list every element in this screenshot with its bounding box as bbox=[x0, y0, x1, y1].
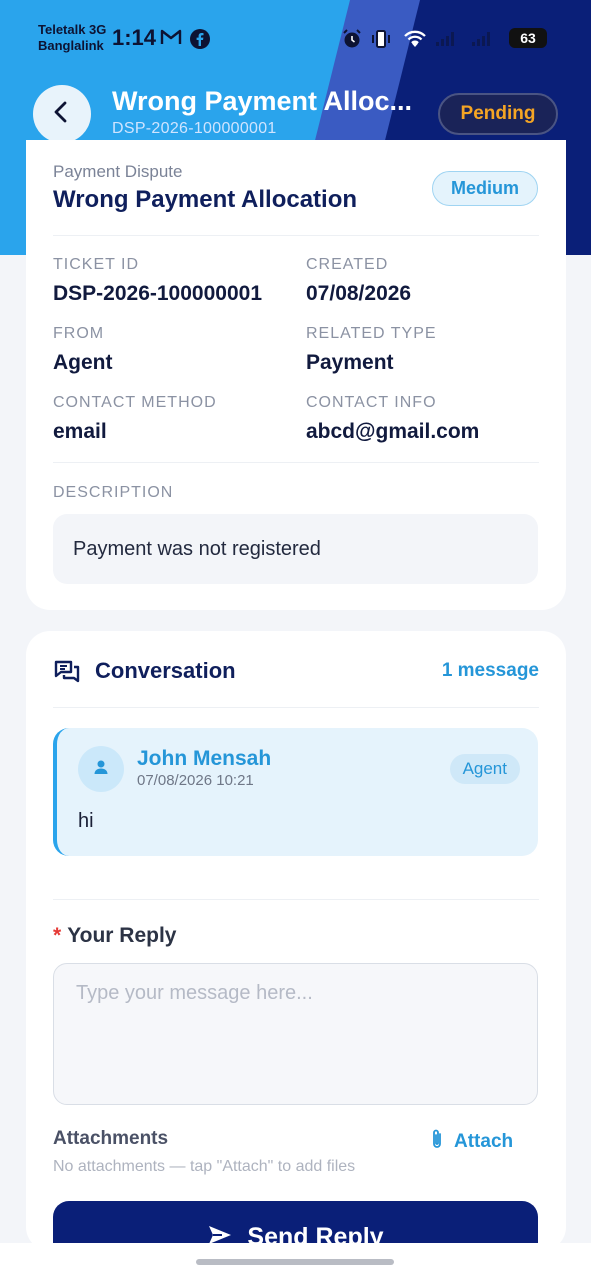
attach-button-label: Attach bbox=[454, 1131, 514, 1152]
chat-bubbles-icon bbox=[53, 659, 81, 690]
paperclip-icon bbox=[430, 1128, 444, 1156]
attach-button[interactable]: Attach bbox=[430, 1128, 513, 1156]
carrier-1: Teletalk 3G bbox=[38, 22, 107, 37]
field-value-created: 07/08/2026 bbox=[306, 282, 412, 305]
field-label-contact-info: CONTACT INFO bbox=[306, 394, 437, 411]
field-value-from: Agent bbox=[53, 351, 113, 374]
field-value-related-type: Payment bbox=[306, 351, 394, 374]
field-label-contact-method: CONTACT METHOD bbox=[53, 394, 217, 411]
status-bar: Teletalk 3G Banglalink 1:14 63 bbox=[0, 0, 591, 75]
ticket-details-card: Payment Dispute Wrong Payment Allocation… bbox=[26, 140, 566, 610]
description-label: DESCRIPTION bbox=[53, 484, 174, 501]
carrier-2: Banglalink bbox=[38, 38, 104, 53]
conversation-card: Conversation 1 message John Mensah 07/08… bbox=[26, 631, 566, 1280]
message-count: 1 message bbox=[441, 660, 539, 681]
field-label-from: FROM bbox=[53, 325, 105, 342]
field-value-contact-info: abcd@gmail.com bbox=[306, 420, 480, 443]
message-role-badge: Agent bbox=[449, 754, 520, 784]
carrier-info: Teletalk 3G Banglalink bbox=[38, 22, 106, 54]
field-value-ticket-id: DSP-2026-100000001 bbox=[53, 282, 262, 305]
attachments-label: Attachments bbox=[53, 1128, 169, 1149]
attachments-hint: No attachments — tap "Attach" to add fil… bbox=[53, 1158, 356, 1175]
person-icon bbox=[92, 758, 110, 781]
message-item: John Mensah 07/08/2026 10:21 Agent hi bbox=[53, 728, 538, 856]
gmail-icon bbox=[160, 28, 182, 50]
signal-1-icon bbox=[436, 30, 454, 46]
description-box: Payment was not registered bbox=[53, 514, 538, 584]
arrow-left-icon bbox=[49, 99, 75, 130]
message-timestamp: 07/08/2026 10:21 bbox=[137, 772, 254, 789]
ticket-category: Payment Dispute bbox=[53, 162, 183, 181]
vibrate-icon bbox=[370, 28, 392, 54]
divider bbox=[53, 235, 539, 236]
reply-label-text: Your Reply bbox=[67, 924, 177, 947]
reply-input[interactable] bbox=[53, 963, 538, 1105]
required-mark: * bbox=[53, 924, 62, 947]
field-label-related-type: RELATED TYPE bbox=[306, 325, 437, 342]
alarm-icon bbox=[341, 28, 363, 54]
back-button[interactable] bbox=[33, 85, 91, 143]
system-navigation-bar bbox=[0, 1243, 591, 1280]
avatar bbox=[78, 746, 124, 792]
divider bbox=[53, 899, 539, 900]
message-body: hi bbox=[78, 810, 94, 832]
page-subtitle: DSP-2026-100000001 bbox=[112, 120, 277, 137]
conversation-title: Conversation bbox=[95, 658, 236, 683]
message-author: John Mensah bbox=[137, 747, 272, 770]
priority-badge: Medium bbox=[432, 171, 538, 206]
home-indicator[interactable] bbox=[196, 1259, 394, 1265]
status-badge: Pending bbox=[438, 93, 558, 135]
page-title: Wrong Payment Alloc... bbox=[112, 86, 413, 116]
clock: 1:14 bbox=[112, 25, 157, 50]
field-value-contact-method: email bbox=[53, 420, 107, 443]
wifi-icon bbox=[402, 28, 428, 54]
ticket-title: Wrong Payment Allocation bbox=[53, 186, 358, 213]
field-label-ticket-id: TICKET ID bbox=[53, 256, 140, 273]
reply-label: * Your Reply bbox=[53, 924, 176, 948]
signal-2-icon bbox=[472, 30, 490, 46]
divider bbox=[53, 462, 539, 463]
divider bbox=[53, 707, 539, 708]
field-label-created: CREATED bbox=[306, 256, 389, 273]
description-text: Payment was not registered bbox=[73, 537, 321, 560]
battery-indicator: 63 bbox=[509, 28, 547, 48]
facebook-icon bbox=[189, 28, 211, 54]
